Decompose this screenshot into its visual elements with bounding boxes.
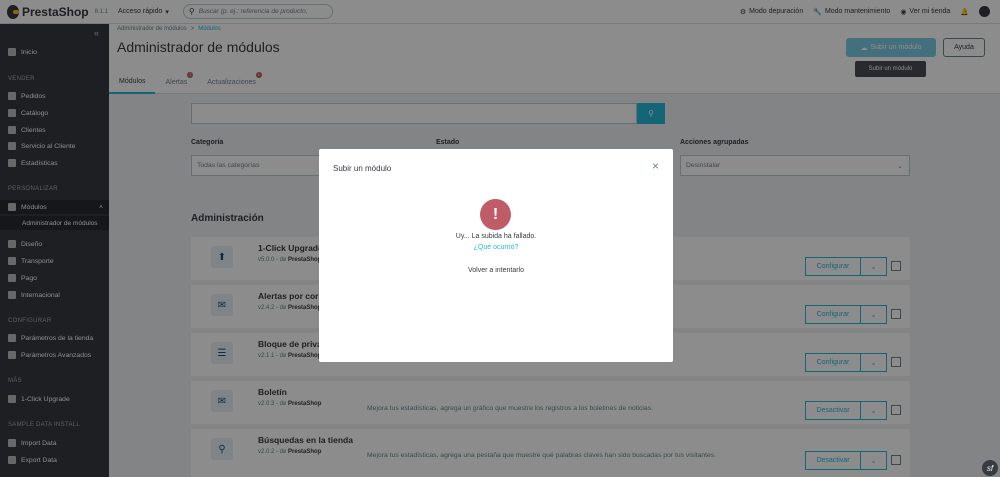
what-happened-link[interactable]: ¿Qué ocurrió? [319,244,673,251]
modal-title: Subir un módulo [333,164,392,173]
upload-error-message: Uy... La subida ha fallado. [455,233,537,240]
upload-module-modal: Subir un módulo × ! Uy... La subida ha f… [319,149,673,362]
retry-button[interactable]: Volver a intentarlo [319,267,673,274]
symfony-toolbar-icon[interactable]: sf [982,460,998,476]
error-icon: ! [480,199,511,230]
close-icon[interactable]: × [652,159,659,173]
